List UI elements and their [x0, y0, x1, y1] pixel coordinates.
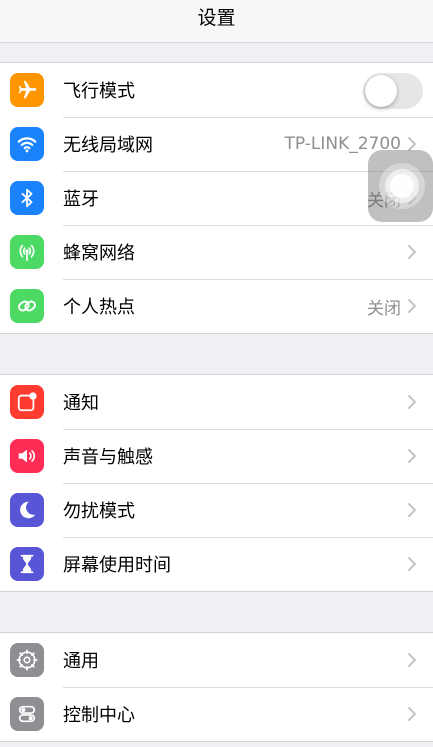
moon-icon: [10, 493, 44, 527]
assistive-touch-button[interactable]: [368, 150, 433, 222]
airplane-icon: [10, 73, 44, 107]
toggles-icon: [10, 697, 44, 731]
airplane-mode-toggle[interactable]: [363, 73, 423, 109]
bluetooth-icon: [10, 181, 44, 215]
toggle-knob: [365, 75, 397, 107]
row-label: 蓝牙: [63, 189, 99, 210]
row-label: 飞行模式: [63, 81, 135, 102]
row-label: 屏幕使用时间: [63, 555, 171, 576]
assistive-touch-ring-inner: [390, 174, 414, 198]
page-title: 设置: [197, 6, 236, 29]
hotspot-status-value: 关闭: [367, 298, 401, 319]
row-label: 通用: [63, 651, 99, 672]
chevron-right-icon: [407, 502, 421, 518]
row-cellular[interactable]: 蜂窝网络: [0, 225, 433, 279]
chevron-right-icon: [407, 706, 421, 722]
row-label: 勿扰模式: [63, 501, 135, 522]
row-label: 通知: [63, 393, 99, 414]
row-label: 蜂窝网络: [63, 243, 135, 264]
row-screen-time[interactable]: 屏幕使用时间: [0, 537, 433, 591]
notifications-icon: [10, 385, 44, 419]
gear-icon: [10, 643, 44, 677]
chevron-right-icon: [407, 298, 421, 314]
wifi-icon: [10, 127, 44, 161]
hourglass-icon: [10, 547, 44, 581]
row-label: 个人热点: [63, 297, 135, 318]
row-label: 无线局域网: [63, 135, 153, 156]
settings-group-general: 通用 控制中心: [0, 632, 433, 742]
chevron-right-icon: [407, 448, 421, 464]
row-label: 声音与触感: [63, 447, 153, 468]
row-airplane-mode[interactable]: 飞行模式: [0, 63, 433, 117]
chevron-right-icon: [407, 394, 421, 410]
row-label: 控制中心: [63, 705, 135, 726]
navigation-bar: 设置: [0, 0, 433, 43]
row-general[interactable]: 通用: [0, 633, 433, 687]
hotspot-icon: [10, 289, 44, 323]
row-sounds-haptics[interactable]: 声音与触感: [0, 429, 433, 483]
settings-group-notifications: 通知 声音与触感 勿扰模式 屏幕使用时间: [0, 374, 433, 592]
row-personal-hotspot[interactable]: 个人热点 关闭: [0, 279, 433, 333]
chevron-right-icon: [407, 244, 421, 260]
chevron-right-icon: [407, 652, 421, 668]
row-do-not-disturb[interactable]: 勿扰模式: [0, 483, 433, 537]
row-control-center[interactable]: 控制中心: [0, 687, 433, 741]
row-notifications[interactable]: 通知: [0, 375, 433, 429]
chevron-right-icon: [407, 556, 421, 572]
sound-icon: [10, 439, 44, 473]
cellular-icon: [10, 235, 44, 269]
